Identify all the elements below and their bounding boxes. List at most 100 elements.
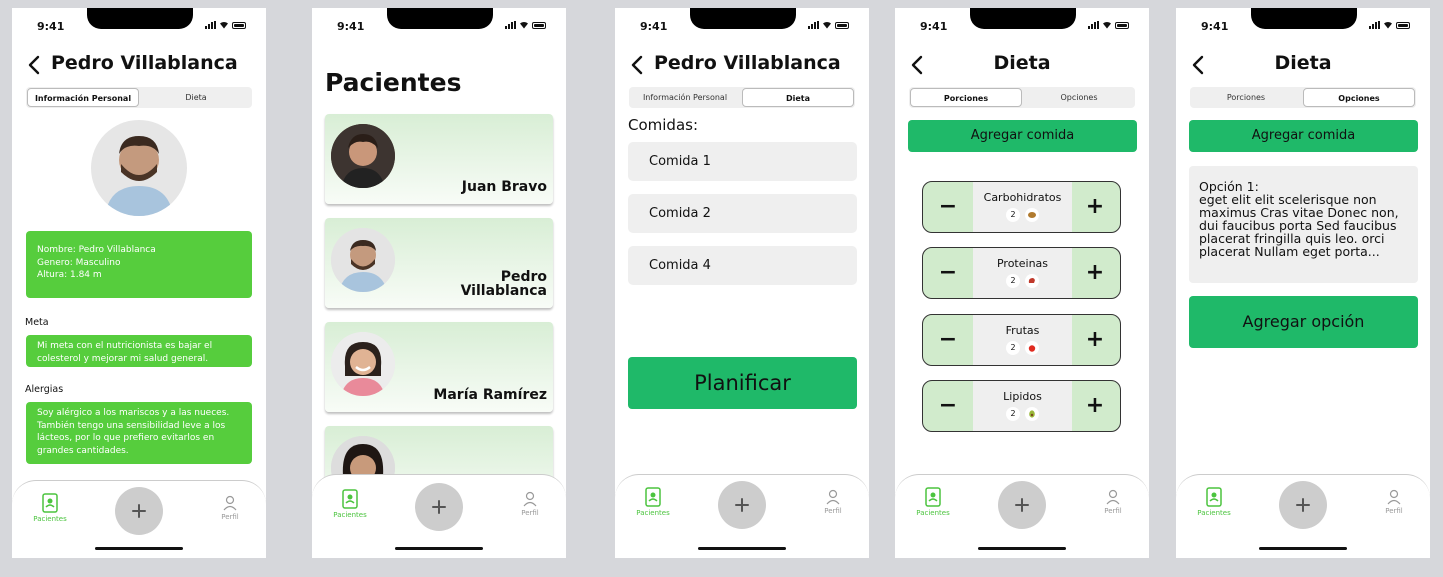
decrement-button[interactable]: − (923, 182, 973, 232)
add-button[interactable] (718, 481, 766, 529)
home-indicator (1259, 547, 1347, 550)
tab-dieta[interactable]: Dieta (141, 88, 251, 107)
signal-icon (205, 21, 216, 29)
option-card[interactable]: Opción 1: eget elit elit scelerisque non… (1189, 166, 1418, 283)
system-icons (505, 20, 546, 29)
increment-button[interactable]: + (1070, 381, 1120, 431)
nav-perfil-label: Perfil (521, 509, 539, 517)
add-meal-button[interactable]: Agregar comida (1189, 120, 1418, 152)
patients-icon (645, 487, 661, 507)
patients-icon (925, 487, 941, 507)
screen-patient-diet: 9:41 Pedro Villablanca Información Perso… (615, 8, 869, 558)
nav-perfil[interactable]: Perfil (798, 489, 868, 515)
increment-button[interactable]: + (1070, 182, 1120, 232)
alergias-label: Alergias (25, 384, 64, 395)
notch (690, 8, 796, 29)
decrement-button[interactable]: − (923, 248, 973, 298)
tab-opciones[interactable]: Opciones (1024, 88, 1134, 107)
portion-center: Proteinas 2 (973, 248, 1072, 298)
segmented-tabs: Información Personal Dieta (26, 87, 252, 108)
portion-name: Lipidos (1003, 390, 1042, 403)
increment-button[interactable]: + (1070, 248, 1120, 298)
tab-dieta[interactable]: Dieta (742, 88, 854, 107)
tab-opciones[interactable]: Opciones (1303, 88, 1415, 107)
add-button[interactable] (998, 481, 1046, 529)
portion-count: 2 (1006, 341, 1020, 355)
meta-text: Mi meta con el nutricionista es bajar el… (26, 335, 252, 367)
increment-button[interactable]: + (1070, 315, 1120, 365)
portion-center: Carbohidratos 2 (973, 182, 1072, 232)
signal-icon (1369, 21, 1380, 29)
segmented-tabs: Porciones Opciones (909, 87, 1135, 108)
add-button[interactable] (1279, 481, 1327, 529)
planificar-button[interactable]: Planificar (628, 357, 857, 409)
signal-icon (505, 21, 516, 29)
meal-item[interactable]: Comida 2 (628, 194, 857, 233)
nav-pacientes-label: Pacientes (636, 509, 670, 517)
plus-icon (432, 500, 446, 514)
add-button[interactable] (415, 483, 463, 531)
nav-pacientes[interactable]: Pacientes (15, 493, 85, 523)
nav-pacientes-label: Pacientes (33, 515, 67, 523)
portion-count: 2 (1006, 407, 1020, 421)
tab-porciones[interactable]: Porciones (1191, 88, 1301, 107)
patients-icon (42, 493, 58, 513)
screen-diet-portions: 9:41 Dieta Porciones Opciones Agregar co… (895, 8, 1149, 558)
home-indicator (978, 547, 1066, 550)
patient-card[interactable]: María Ramírez (325, 322, 553, 412)
wifi-icon (1384, 21, 1392, 29)
meal-item[interactable]: Comida 1 (628, 142, 857, 181)
nav-pacientes-label: Pacientes (916, 509, 950, 517)
apple-icon (1025, 341, 1039, 355)
patient-card[interactable]: Juan Bravo (325, 114, 553, 204)
decrement-button[interactable]: − (923, 315, 973, 365)
info-gender: Genero: Masculino (37, 257, 121, 268)
nav-perfil[interactable]: Perfil (1078, 489, 1148, 515)
portion-name: Carbohidratos (983, 191, 1062, 204)
system-icons (1088, 20, 1129, 29)
nav-perfil[interactable]: Perfil (1359, 489, 1429, 515)
tab-porciones[interactable]: Porciones (910, 88, 1022, 107)
decrement-button[interactable]: − (923, 381, 973, 431)
nav-pacientes[interactable]: Pacientes (1179, 487, 1249, 517)
notch (87, 8, 193, 29)
patient-card[interactable]: Pedro Villablanca (325, 218, 553, 308)
tab-informacion-personal[interactable]: Información Personal (630, 88, 740, 107)
avocado-icon (1025, 407, 1039, 421)
nav-perfil[interactable]: Perfil (495, 491, 565, 517)
back-arrow-icon[interactable] (627, 54, 649, 76)
nav-pacientes-label: Pacientes (333, 511, 367, 519)
segmented-tabs: Porciones Opciones (1190, 87, 1416, 108)
notch (970, 8, 1076, 29)
status-bar: 9:41 (312, 8, 566, 48)
portion-count: 2 (1006, 274, 1020, 288)
nav-pacientes[interactable]: Pacientes (898, 487, 968, 517)
system-icons (205, 20, 246, 29)
battery-icon (1396, 22, 1410, 29)
nav-pacientes[interactable]: Pacientes (618, 487, 688, 517)
alergias-text: Soy alérgico a los mariscos y a las nuec… (26, 402, 252, 464)
status-time: 9:41 (1201, 20, 1229, 33)
patients-icon (342, 489, 358, 509)
nav-perfil[interactable]: Perfil (195, 495, 265, 521)
status-time: 9:41 (640, 20, 668, 33)
patient-name-line2: Villablanca (460, 283, 547, 299)
back-arrow-icon[interactable] (24, 54, 46, 76)
plus-icon (735, 498, 749, 512)
nav-pacientes[interactable]: Pacientes (315, 489, 385, 519)
battery-icon (1115, 22, 1129, 29)
notch (387, 8, 493, 29)
plus-icon (1296, 498, 1310, 512)
add-button[interactable] (115, 487, 163, 535)
nav-perfil-label: Perfil (1104, 507, 1122, 515)
tab-informacion-personal[interactable]: Información Personal (27, 88, 139, 107)
status-bar: 9:41 (12, 8, 266, 48)
comidas-label: Comidas: (628, 116, 699, 134)
portion-stepper-carbohidratos: − Carbohidratos 2 + (922, 181, 1121, 233)
portion-stepper-proteinas: − Proteinas 2 + (922, 247, 1121, 299)
meal-item[interactable]: Comida 4 (628, 246, 857, 285)
add-meal-button[interactable]: Agregar comida (908, 120, 1137, 152)
add-option-button[interactable]: Agregar opción (1189, 296, 1418, 348)
signal-icon (808, 21, 819, 29)
screen-patient-info: 9:41 Pedro Villablanca Información Perso… (12, 8, 266, 558)
